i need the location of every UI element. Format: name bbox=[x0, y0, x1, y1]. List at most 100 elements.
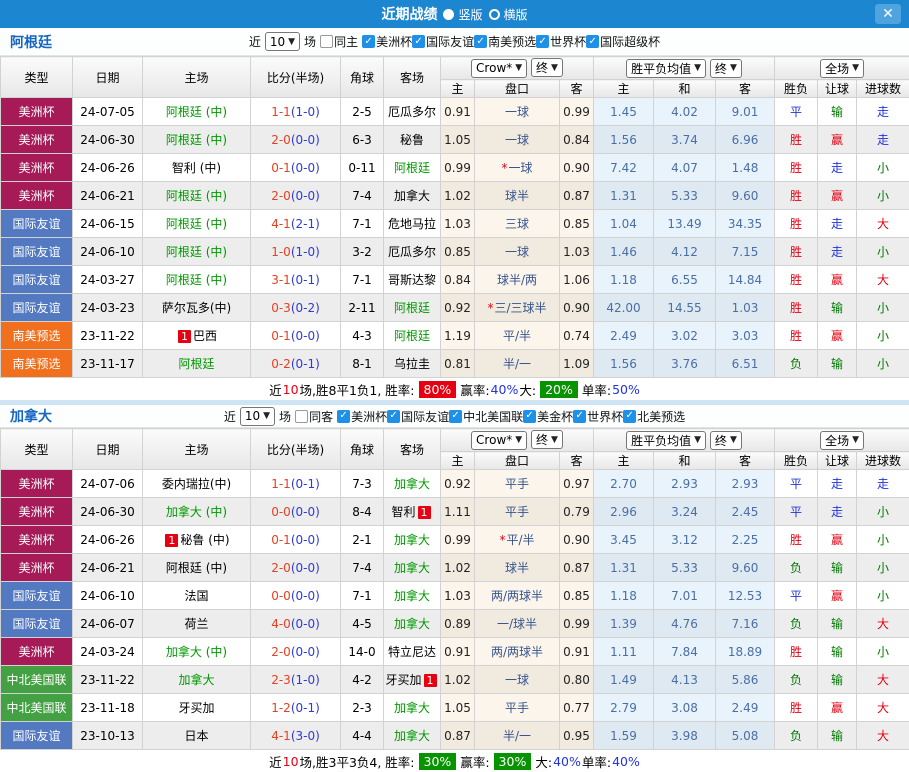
sub-goals: 进球数 bbox=[857, 80, 909, 98]
summary-segment: 80% bbox=[419, 381, 457, 398]
checkbox-icon: ✓ bbox=[412, 35, 425, 48]
same-venue-checkbox[interactable]: 同主 bbox=[320, 33, 358, 50]
competition-checkbox[interactable]: ✓美洲杯 bbox=[337, 408, 387, 425]
competition-checkbox[interactable]: ✓美洲杯 bbox=[362, 33, 412, 50]
close-icon: ✕ bbox=[882, 6, 894, 22]
sub-asian-away: 客 bbox=[560, 80, 594, 98]
handicap-result-cell: 输 bbox=[818, 554, 857, 582]
outcome-cell: 胜 bbox=[775, 126, 818, 154]
asian-handicap: 一/球半 bbox=[475, 610, 560, 638]
competition-checkbox[interactable]: ✓世界杯 bbox=[536, 33, 586, 50]
competition-cell: 中北美国联 bbox=[1, 666, 73, 694]
goals-result-cell: 小 bbox=[857, 350, 909, 378]
corners-cell: 7-3 bbox=[341, 470, 384, 498]
competition-filters: ✓美洲杯✓国际友谊✓南美预选✓世界杯✓国际超级杯 bbox=[362, 33, 660, 50]
competition-checkbox[interactable]: ✓南美预选 bbox=[474, 33, 536, 50]
euro-draw-odds: 3.02 bbox=[654, 322, 716, 350]
asian-handicap: 两/两球半 bbox=[475, 638, 560, 666]
chevron-down-icon: ▼ bbox=[730, 435, 737, 445]
goals-result-cell: 大 bbox=[857, 266, 909, 294]
competition-checkbox[interactable]: ✓北美预选 bbox=[623, 408, 685, 425]
date-cell: 24-03-23 bbox=[73, 294, 143, 322]
asian-home-odds: 0.91 bbox=[441, 638, 475, 666]
goals-result-cell: 小 bbox=[857, 638, 909, 666]
summary-segment: 单率: bbox=[582, 380, 611, 399]
asian-odds-stage-select[interactable]: 终▼ bbox=[531, 58, 563, 77]
competition-checkbox[interactable]: ✓国际友谊 bbox=[387, 408, 449, 425]
summary-segment: 10 bbox=[283, 382, 299, 397]
competition-checkbox[interactable]: ✓国际友谊 bbox=[412, 33, 474, 50]
checkbox-icon: ✓ bbox=[362, 35, 375, 48]
fullmatch-select[interactable]: 全场▼ bbox=[820, 431, 864, 450]
asian-odds-company-select[interactable]: Crow*▼ bbox=[471, 431, 527, 450]
asian-handicap: 半/一 bbox=[475, 722, 560, 750]
euro-away-odds: 1.48 bbox=[716, 154, 775, 182]
asian-handicap: 一球 bbox=[475, 126, 560, 154]
handicap-result-cell: 输 bbox=[818, 722, 857, 750]
euro-draw-odds: 4.07 bbox=[654, 154, 716, 182]
match-count-select[interactable]: 10▼ bbox=[265, 32, 300, 51]
chevron-down-icon: ▼ bbox=[515, 63, 522, 73]
competition-checkbox[interactable]: ✓中北美国联 bbox=[449, 408, 523, 425]
away-team-cell: 危地马拉 bbox=[384, 210, 441, 238]
asian-odds-company-select[interactable]: Crow*▼ bbox=[471, 59, 527, 78]
rank-badge: 1 bbox=[418, 506, 431, 519]
euro-away-odds: 2.25 bbox=[716, 526, 775, 554]
outcome-cell: 胜 bbox=[775, 154, 818, 182]
checkbox-icon: ✓ bbox=[449, 410, 462, 423]
euro-away-odds: 6.51 bbox=[716, 350, 775, 378]
score-cell: 2-0(0-0) bbox=[251, 638, 341, 666]
home-team-cell: 加拿大 (中) bbox=[143, 498, 251, 526]
match-count-select[interactable]: 10▼ bbox=[240, 407, 275, 426]
layout-radio-horizontal[interactable]: 横版 bbox=[489, 6, 528, 23]
competition-checkbox[interactable]: ✓世界杯 bbox=[573, 408, 623, 425]
euro-home-odds: 1.59 bbox=[594, 722, 654, 750]
asian-handicap: 球半/两 bbox=[475, 266, 560, 294]
date-cell: 24-06-10 bbox=[73, 582, 143, 610]
date-cell: 23-11-22 bbox=[73, 666, 143, 694]
fullmatch-select[interactable]: 全场▼ bbox=[820, 59, 864, 78]
outcome-cell: 负 bbox=[775, 722, 818, 750]
star-marker: * bbox=[501, 161, 507, 175]
checkbox-icon bbox=[295, 410, 308, 423]
euro-draw-odds: 4.02 bbox=[654, 98, 716, 126]
asian-handicap: 球半 bbox=[475, 554, 560, 582]
away-team-cell: 加拿大 bbox=[384, 722, 441, 750]
euro-odds-stage-select[interactable]: 终▼ bbox=[710, 59, 742, 78]
score-cell: 2-0(0-0) bbox=[251, 554, 341, 582]
date-cell: 24-03-27 bbox=[73, 266, 143, 294]
handicap-result-cell: 输 bbox=[818, 638, 857, 666]
checkbox-icon bbox=[320, 35, 333, 48]
same-venue-checkbox[interactable]: 同客 bbox=[295, 408, 333, 425]
euro-odds-type-select[interactable]: 胜平负均值▼ bbox=[626, 59, 706, 78]
asian-handicap: 一球 bbox=[475, 238, 560, 266]
col-score: 比分(半场) bbox=[251, 57, 341, 98]
euro-draw-odds: 7.84 bbox=[654, 638, 716, 666]
euro-home-odds: 1.39 bbox=[594, 610, 654, 638]
competition-checkbox[interactable]: ✓美金杯 bbox=[523, 408, 573, 425]
games-label: 场 bbox=[304, 33, 316, 50]
chevron-down-icon: ▼ bbox=[551, 435, 558, 445]
euro-draw-odds: 4.76 bbox=[654, 610, 716, 638]
corners-cell: 4-5 bbox=[341, 610, 384, 638]
asian-home-odds: 0.85 bbox=[441, 238, 475, 266]
asian-odds-stage-select[interactable]: 终▼ bbox=[531, 430, 563, 449]
checkbox-icon: ✓ bbox=[474, 35, 487, 48]
summary-segment: 场,胜3平3负4, 胜率: bbox=[300, 752, 415, 771]
date-cell: 23-11-18 bbox=[73, 694, 143, 722]
team-section: 阿根廷 近 10▼ 场 同主 ✓美洲杯✓国际友谊✓南美预选✓世界杯✓国际超级杯 bbox=[0, 28, 909, 400]
corners-cell: 3-2 bbox=[341, 238, 384, 266]
col-type: 类型 bbox=[1, 57, 73, 98]
euro-odds-stage-select[interactable]: 终▼ bbox=[710, 431, 742, 450]
close-button[interactable]: ✕ bbox=[875, 4, 901, 24]
away-team-cell: 加拿大 bbox=[384, 694, 441, 722]
competition-checkbox[interactable]: ✓国际超级杯 bbox=[586, 33, 660, 50]
score-cell: 3-1(0-1) bbox=[251, 266, 341, 294]
layout-radio-vertical[interactable]: 竖版 bbox=[443, 6, 482, 23]
asian-handicap: 三球 bbox=[475, 210, 560, 238]
euro-away-odds: 9.60 bbox=[716, 554, 775, 582]
handicap-result-cell: 输 bbox=[818, 294, 857, 322]
euro-odds-type-select[interactable]: 胜平负均值▼ bbox=[626, 431, 706, 450]
recent-results-dialog: 近期战绩 竖版 横版 ✕ 阿根廷 近 10▼ 场 同主 bbox=[0, 0, 909, 772]
col-date: 日期 bbox=[73, 429, 143, 470]
